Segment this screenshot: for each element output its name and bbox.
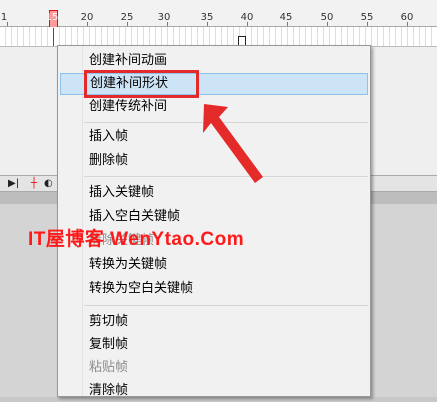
annotation-arrow-icon bbox=[203, 104, 263, 183]
